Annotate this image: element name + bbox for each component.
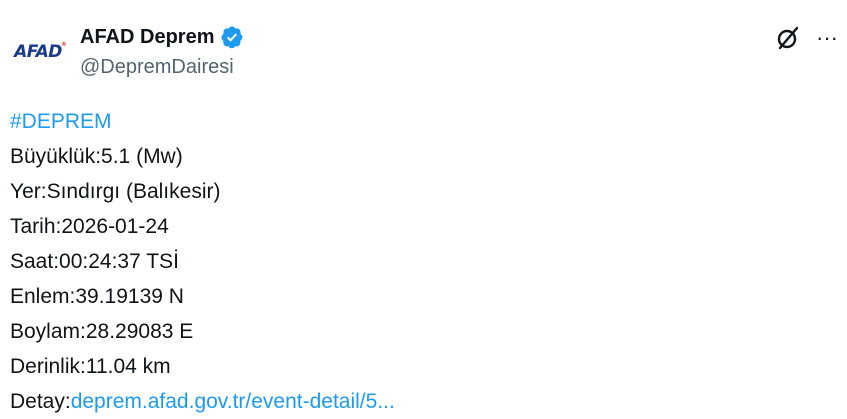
detail-line: Detay:deprem.afad.gov.tr/event-detail/5.… — [10, 384, 395, 419]
grok-icon[interactable] — [774, 24, 802, 52]
account-handle[interactable]: @DepremDairesi — [80, 56, 234, 79]
location-line: Yer:Sındırgı (Balıkesir) — [10, 180, 221, 203]
date-line: Tarih:2026-01-24 — [10, 215, 169, 238]
tweet: AFAD ® AFAD Deprem @DepremDairesi ··· #D… — [0, 0, 847, 416]
verified-badge-icon — [221, 26, 243, 49]
hashtag-link[interactable]: #DEPREM — [10, 104, 395, 139]
depth-line: Derinlik:11.04 km — [10, 355, 171, 378]
name-row: AFAD Deprem — [80, 25, 244, 49]
detail-link[interactable]: deprem.afad.gov.tr/event-detail/5... — [71, 390, 395, 413]
more-options-button[interactable]: ··· — [814, 24, 840, 52]
display-name[interactable]: AFAD Deprem — [80, 26, 214, 49]
post-body: #DEPREM Büyüklük:5.1 (Mw) Yer:Sındırgı (… — [10, 104, 395, 419]
time-line: Saat:00:24:37 TSİ — [10, 250, 179, 273]
detail-label: Detay: — [10, 390, 71, 413]
latitude-line: Enlem:39.19139 N — [10, 285, 184, 308]
avatar[interactable]: AFAD ® — [8, 26, 68, 78]
longitude-line: Boylam:28.29083 E — [10, 320, 194, 343]
afad-logo-text: AFAD — [14, 42, 62, 62]
ellipsis-icon: ··· — [816, 25, 838, 50]
registered-mark: ® — [61, 42, 66, 48]
magnitude-line: Büyüklük:5.1 (Mw) — [10, 145, 183, 168]
